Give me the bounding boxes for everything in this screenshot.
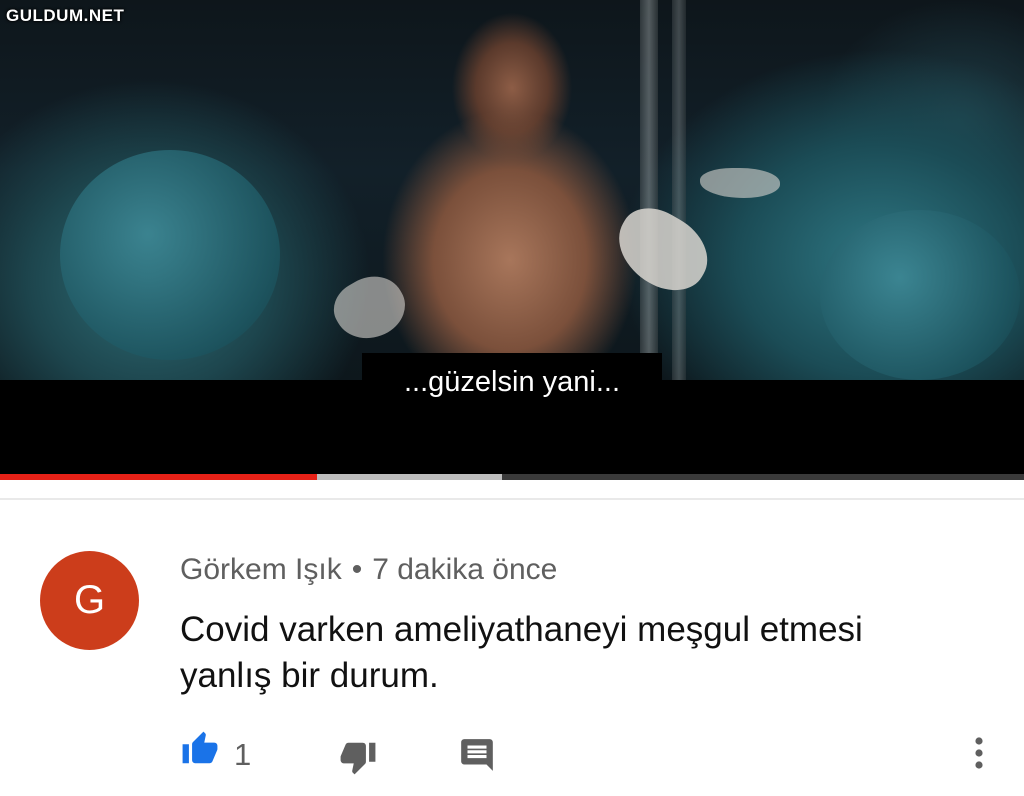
progress-played xyxy=(0,474,318,480)
subtitle-box: ...güzelsin yani... xyxy=(362,353,662,411)
comment-meta: Görkem Işık • 7 dakika önce xyxy=(180,553,557,587)
comment-text-line: Covid varken ameliyathaneyi meşgul etmes… xyxy=(180,610,863,649)
dislike-button[interactable] xyxy=(338,738,378,776)
divider xyxy=(0,498,1024,500)
reply-icon xyxy=(461,739,493,771)
surgeon-cap-right xyxy=(820,210,1020,380)
like-button[interactable] xyxy=(180,730,220,768)
comment-body: Covid varken ameliyathaneyi meşgul etmes… xyxy=(180,607,980,699)
glove-hand xyxy=(603,195,722,305)
thumbs-up-icon xyxy=(182,731,218,764)
comment-text-line: yanlış bir durum. xyxy=(180,656,439,695)
video-player[interactable]: GULDUM.NET ...güzelsin yani... xyxy=(0,0,1024,476)
thumbs-down-icon xyxy=(340,742,376,775)
operating-table-pole xyxy=(672,0,686,380)
video-progress-bar[interactable] xyxy=(0,474,1024,480)
reply-button[interactable] xyxy=(458,736,496,774)
avatar[interactable]: G xyxy=(40,551,139,650)
comment-author[interactable]: Görkem Işık xyxy=(180,553,342,586)
glove-hand xyxy=(700,168,780,198)
more-options-button[interactable] xyxy=(966,733,992,773)
subtitle-text: ...güzelsin yani... xyxy=(404,365,620,398)
glove-hand xyxy=(324,264,416,352)
more-vert-icon xyxy=(975,737,983,769)
operating-table-pole xyxy=(640,0,658,380)
video-frame xyxy=(0,0,1024,380)
avatar-letter: G xyxy=(73,578,106,622)
comment-time[interactable]: 7 dakika önce xyxy=(372,553,557,586)
surgeon-cap-left xyxy=(60,150,280,360)
like-count: 1 xyxy=(234,737,252,772)
meta-separator: • xyxy=(351,553,363,586)
watermark: GULDUM.NET xyxy=(6,6,125,25)
